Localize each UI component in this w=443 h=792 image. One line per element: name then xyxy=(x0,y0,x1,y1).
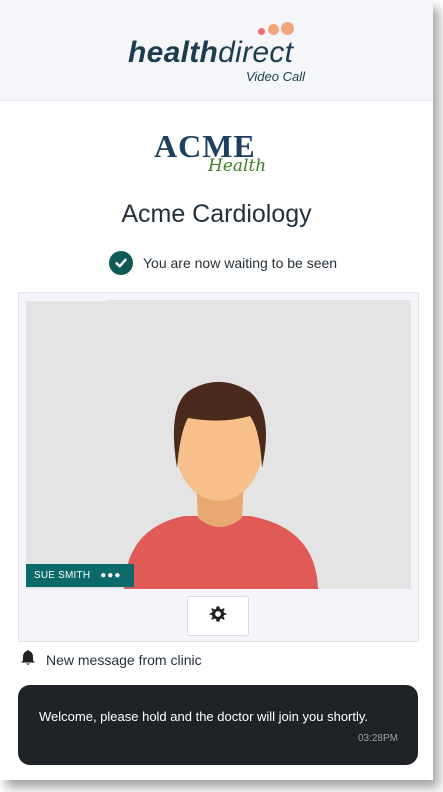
clinic-name: Acme Cardiology xyxy=(121,200,312,228)
bell-icon xyxy=(20,649,36,671)
logo-dot xyxy=(268,24,279,35)
avatar xyxy=(26,300,318,589)
app-header: healthdirect Video Call xyxy=(0,0,433,101)
gear-icon xyxy=(209,605,227,628)
participant-name-tag: SUE SMITH ●●● xyxy=(26,564,134,587)
video-feed: SUE SMITH ●●● xyxy=(26,300,411,589)
checkmark-icon xyxy=(109,251,133,275)
message-timestamp: 03:28PM xyxy=(357,733,398,744)
clinic-logo: ACME Health xyxy=(0,126,433,182)
brand-wordmark: healthdirect xyxy=(128,36,293,70)
chat-message: Welcome, please hold and the doctor will… xyxy=(18,685,418,765)
logo-dot xyxy=(281,22,294,35)
video-panel: SUE SMITH ●●● xyxy=(18,292,419,642)
message-text: Welcome, please hold and the doctor will… xyxy=(39,709,369,724)
participant-name: SUE SMITH xyxy=(34,570,91,581)
status-text: You are now waiting to be seen xyxy=(143,255,338,271)
brand-light-text: direct xyxy=(218,36,294,69)
waiting-status: You are now waiting to be seen xyxy=(109,251,337,275)
app-window: healthdirect Video Call ACME Health Acme… xyxy=(0,0,433,780)
clinic-logo-sub: Health xyxy=(208,156,267,176)
logo-dot xyxy=(258,28,265,35)
notification-text: New message from clinic xyxy=(46,652,202,668)
healthdirect-logo: healthdirect Video Call xyxy=(128,22,313,90)
message-notification: New message from clinic xyxy=(20,650,202,670)
brand-subtitle: Video Call xyxy=(245,69,305,84)
settings-button[interactable] xyxy=(187,596,249,636)
audio-level-indicator: ●●● xyxy=(100,570,122,581)
brand-bold-text: health xyxy=(128,36,219,69)
